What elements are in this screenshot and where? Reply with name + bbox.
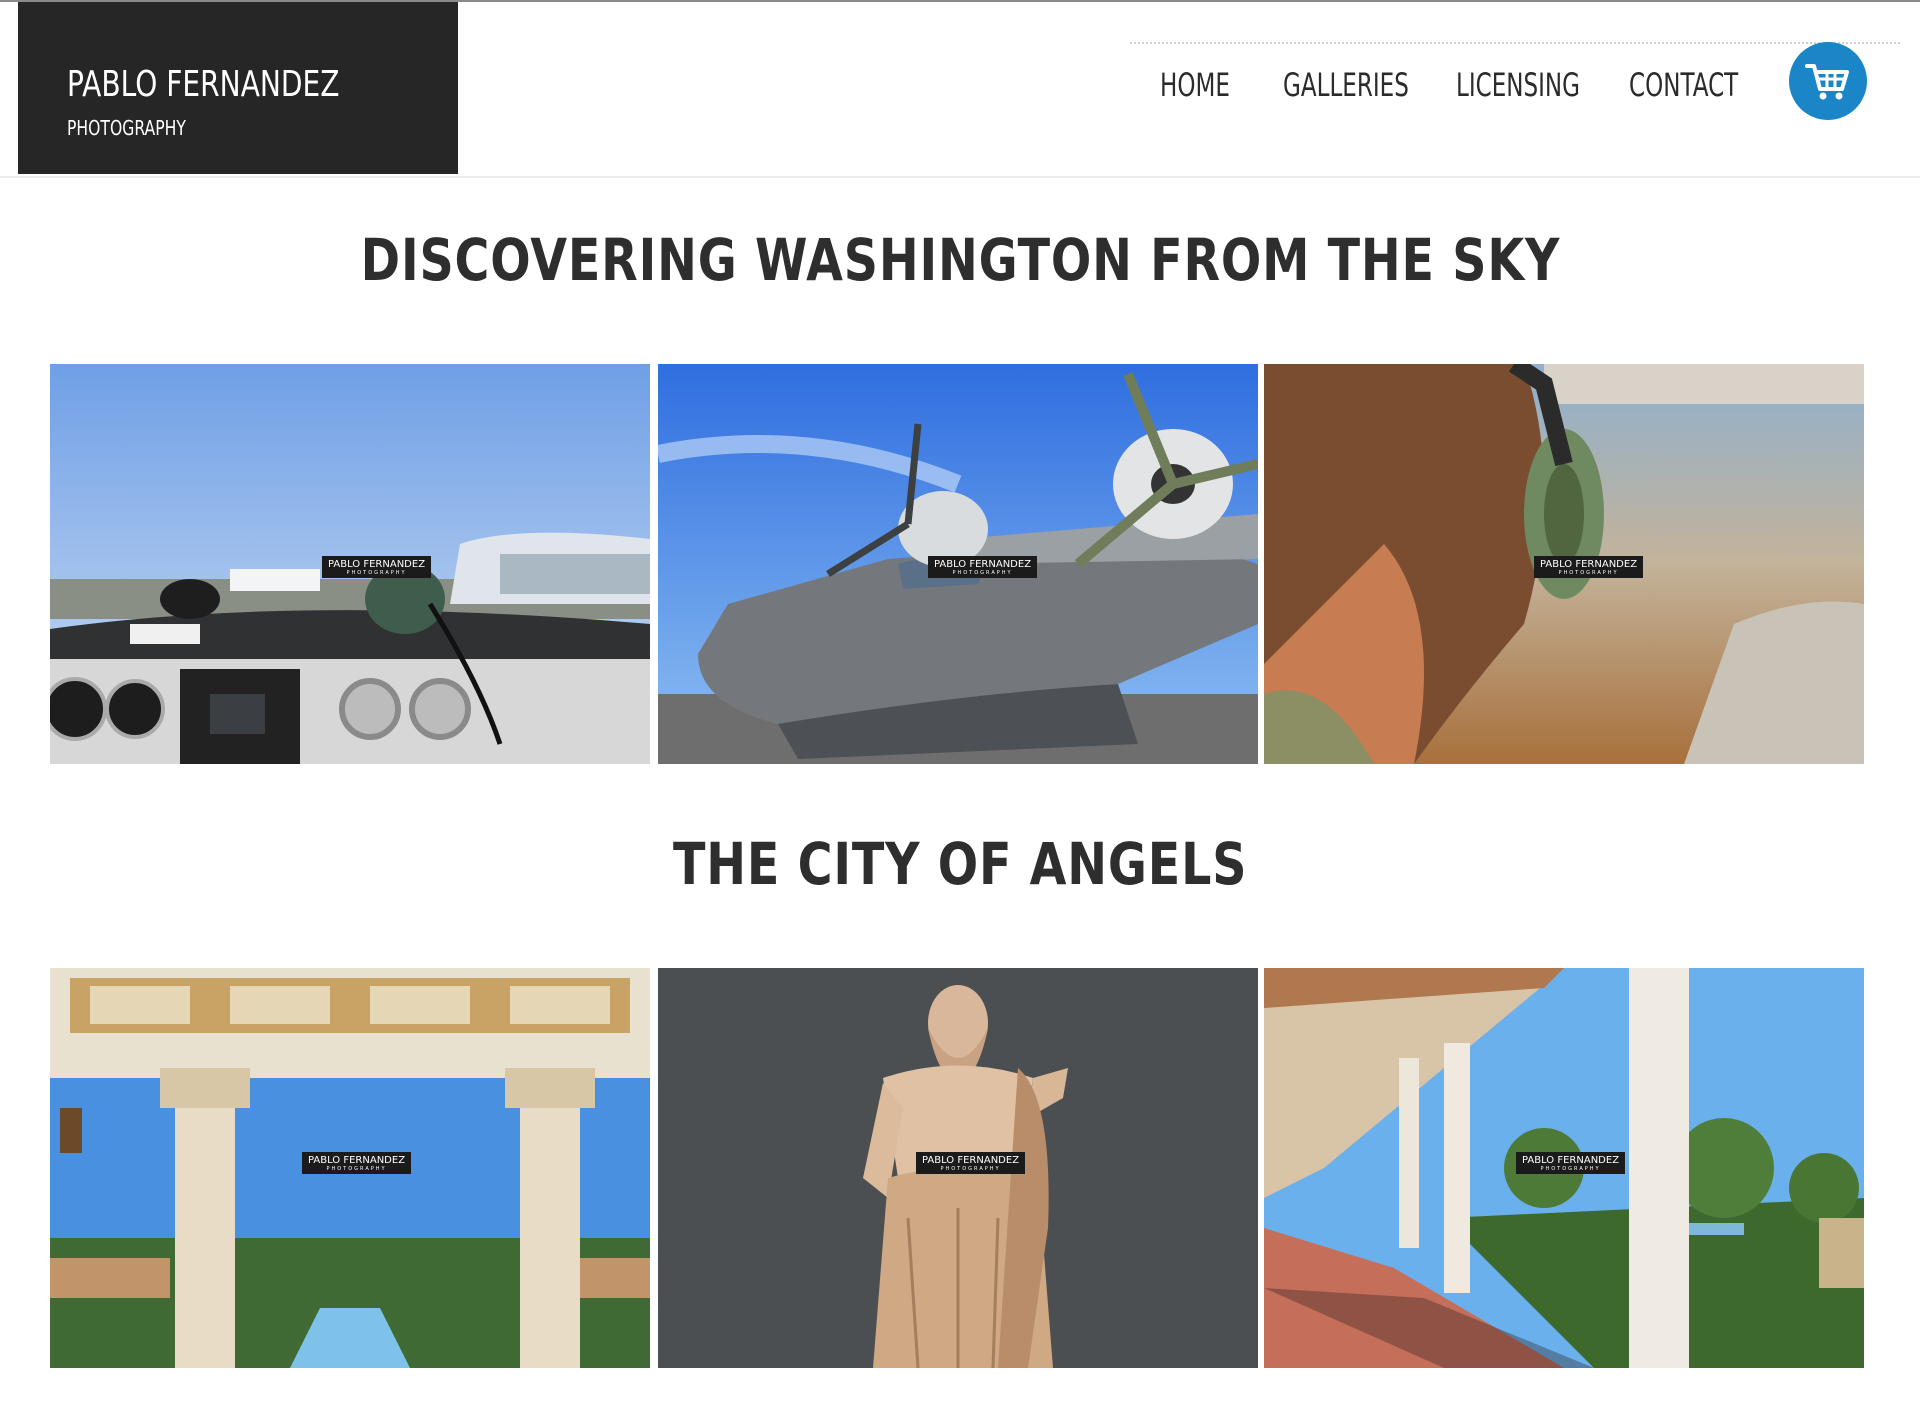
gallery-photo-statue[interactable]: PABLO FERNANDEZ PHOTOGRAPHY: [658, 968, 1258, 1368]
photo-watermark: PABLO FERNANDEZ PHOTOGRAPHY: [322, 556, 432, 578]
photo-watermark: PABLO FERNANDEZ PHOTOGRAPHY: [1534, 556, 1644, 578]
nav-home[interactable]: HOME: [1160, 66, 1230, 104]
nav-dotted-divider: [1130, 42, 1900, 44]
shopping-cart-icon: [1805, 64, 1849, 100]
cart-button[interactable]: [1789, 42, 1867, 120]
site-header: PABLO FERNANDEZ PHOTOGRAPHY HOME GALLERI…: [0, 2, 1920, 178]
gallery-photo-colonnade[interactable]: PABLO FERNANDEZ PHOTOGRAPHY: [1264, 968, 1864, 1368]
photo-watermark: PABLO FERNANDEZ PHOTOGRAPHY: [1516, 1152, 1626, 1174]
photo-watermark: PABLO FERNANDEZ PHOTOGRAPHY: [928, 556, 1038, 578]
logo-subtitle: PHOTOGRAPHY: [67, 116, 186, 140]
gallery-photo-columns[interactable]: PABLO FERNANDEZ PHOTOGRAPHY: [50, 968, 650, 1368]
photo-watermark: PABLO FERNANDEZ PHOTOGRAPHY: [302, 1152, 412, 1174]
photo-watermark: PABLO FERNANDEZ PHOTOGRAPHY: [916, 1152, 1026, 1174]
site-logo[interactable]: PABLO FERNANDEZ PHOTOGRAPHY: [18, 2, 458, 174]
gallery-photo-seaplane[interactable]: PABLO FERNANDEZ PHOTOGRAPHY: [658, 364, 1258, 764]
logo-name: PABLO FERNANDEZ: [67, 64, 340, 105]
nav-galleries[interactable]: GALLERIES: [1283, 66, 1409, 104]
nav-licensing[interactable]: LICENSING: [1456, 66, 1580, 104]
nav-contact[interactable]: CONTACT: [1629, 66, 1738, 104]
gallery-photo-cockpit[interactable]: PABLO FERNANDEZ PHOTOGRAPHY: [50, 364, 650, 764]
gallery-photo-pilot[interactable]: PABLO FERNANDEZ PHOTOGRAPHY: [1264, 364, 1864, 764]
section-title-washington: DISCOVERING WASHINGTON FROM THE SKY: [360, 226, 1560, 294]
section-title-city-of-angels: THE CITY OF ANGELS: [672, 830, 1248, 898]
